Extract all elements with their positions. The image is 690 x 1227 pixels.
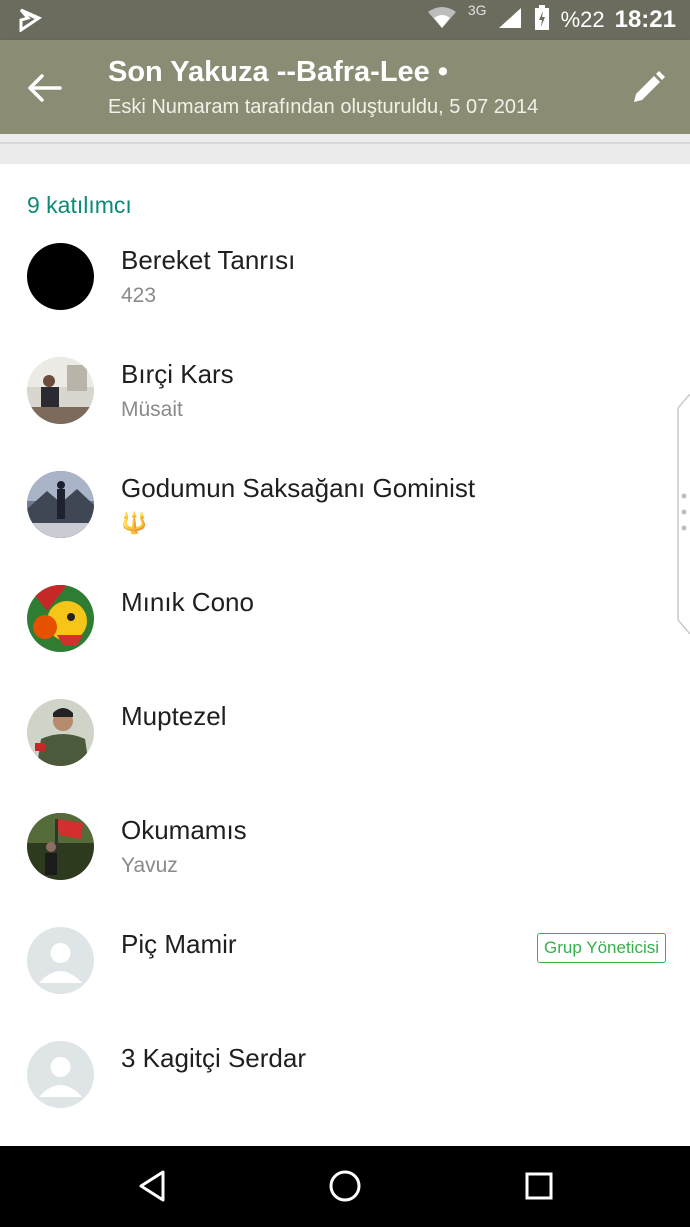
participant-name: Bırçi Kars [121,359,234,389]
divider [0,142,690,144]
triangle-back-icon [139,1170,165,1202]
participant-status: Müsait [121,398,183,421]
pencil-icon [634,71,665,102]
participant-row[interactable]: Mınık Cono [0,569,690,683]
participant-name: Piç Mamir [121,929,237,959]
back-button[interactable] [24,68,68,108]
participant-name: Godumun Saksağanı Gominist [121,473,476,503]
participant-row[interactable]: Bırçi Kars Müsait [0,341,690,455]
section-spacer [0,134,690,164]
battery-icon [533,4,551,36]
navigation-bar [0,1146,690,1227]
participants-card: 9 katılımcı Bereket Tanrısı 423 Bırçi Ka… [0,164,690,1146]
participant-status: 423 [121,284,157,307]
edge-panel-handle[interactable] [676,393,690,635]
default-avatar-icon [27,1041,94,1108]
avatar [27,243,94,310]
participant-name: Okumamıs [121,815,247,845]
avatar [27,585,94,652]
wifi-icon [426,6,458,35]
edit-button[interactable] [628,68,668,108]
participant-name: Muptezel [121,701,227,731]
square-recents-icon [525,1172,553,1200]
participant-row[interactable]: Piç Mamir Grup Yöneticisi [0,911,690,1025]
avatar [27,357,94,424]
group-subtitle: Eski Numaram tarafından oluşturuldu, 5 0… [108,96,539,118]
avatar [27,471,94,538]
participant-name: Mınık Cono [121,587,254,617]
battery-percent: %22 [560,7,605,32]
nav-back-button[interactable] [133,1166,173,1206]
app-bar: Son Yakuza --Bafra-Lee • Eski Numaram ta… [0,40,690,134]
avatar [27,813,94,880]
participant-row[interactable]: Okumamıs Yavuz [0,797,690,911]
arrow-back-icon [28,74,62,102]
default-avatar-icon [27,927,94,994]
nav-home-button[interactable] [325,1166,365,1206]
participant-row[interactable]: Godumun Saksağanı Gominist 🔱 [0,455,690,569]
participant-count: 9 katılımcı [27,192,132,218]
participant-name: 3 Kagitçi Serdar [121,1043,306,1073]
participant-status: 🔱 [121,512,148,535]
notification-icon [18,8,43,37]
circle-home-icon [329,1170,361,1202]
participant-row[interactable]: 3 Kagitçi Serdar [0,1025,690,1139]
nav-recents-button[interactable] [519,1166,559,1206]
signal-icon [497,6,523,35]
network-type: 3G [467,2,487,18]
status-bar: 3G %22 18:21 [0,0,690,40]
clock: 18:21 [614,6,676,33]
group-title[interactable]: Son Yakuza --Bafra-Lee • [108,56,448,89]
participant-name: Bereket Tanrısı [121,245,296,275]
participant-row[interactable]: Bereket Tanrısı 423 [0,227,690,341]
admin-badge: Grup Yöneticisi [537,933,666,963]
avatar [27,699,94,766]
participant-status: Yavuz [121,854,178,877]
participant-row[interactable]: Muptezel [0,683,690,797]
